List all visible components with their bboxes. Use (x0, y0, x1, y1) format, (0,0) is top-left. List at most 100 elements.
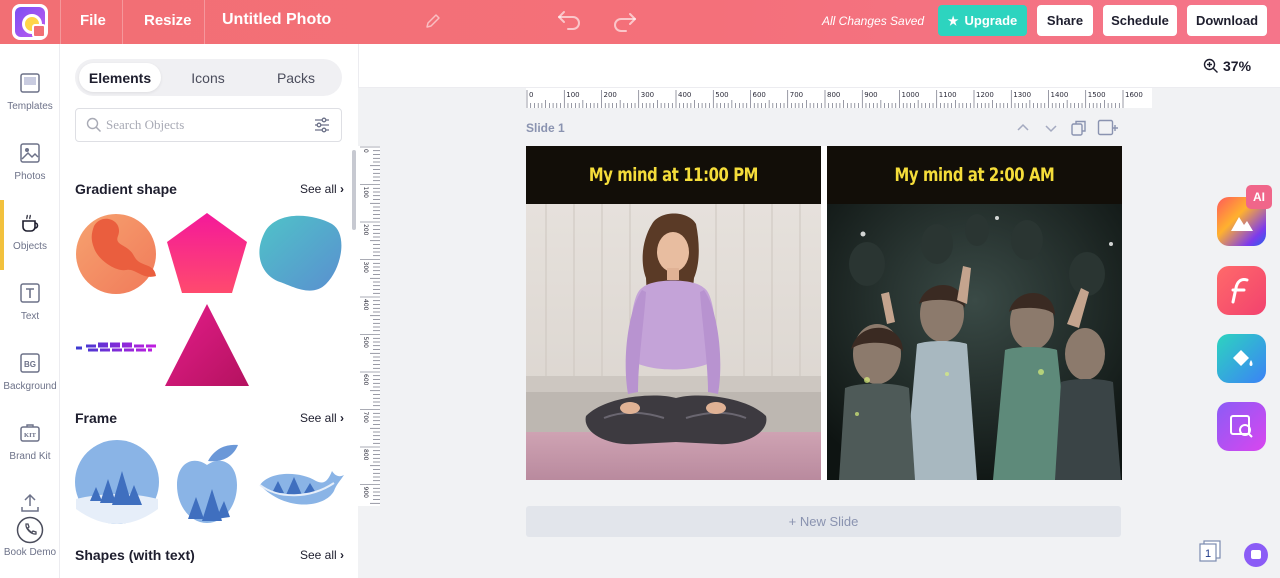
filter-icon[interactable] (313, 116, 331, 134)
pencil-icon[interactable] (424, 12, 442, 30)
ruler-label: 900 (864, 91, 877, 99)
gradient-triangle[interactable] (164, 302, 250, 388)
ruler-label: 300 (362, 262, 369, 274)
ruler-label: 400 (678, 91, 691, 99)
resize-menu[interactable]: Resize (144, 12, 192, 29)
rail-item-templates[interactable]: Templates (0, 72, 60, 112)
chevron-right-icon: › (340, 182, 345, 196)
left-rail: Templates Photos Objects Text BG Backgro… (0, 44, 60, 578)
rail-item-photos[interactable]: Photos (0, 142, 60, 182)
ruler-label: 1100 (939, 91, 957, 99)
ruler-label: 1200 (976, 91, 994, 99)
ruler-label: 0 (529, 91, 533, 99)
meditation-photo[interactable] (526, 204, 821, 480)
schedule-button[interactable]: Schedule (1103, 5, 1177, 36)
search-icon (86, 117, 102, 133)
meme-panel-right[interactable]: My mind at 2:00 AM (827, 146, 1122, 480)
slide-label: Slide 1 (526, 121, 565, 135)
see-all-frame[interactable]: See all › (300, 411, 344, 425)
tab-packs[interactable]: Packs (255, 63, 337, 92)
chat-button[interactable] (1244, 543, 1268, 567)
duplicate-slide-icon[interactable] (1070, 119, 1088, 137)
caption-right: My mind at 2:00 AM (894, 164, 1055, 186)
ruler-label: 200 (362, 224, 369, 236)
ruler-label: 1400 (1051, 91, 1069, 99)
font-app-button[interactable] (1217, 266, 1266, 315)
zoom-level: 37% (1223, 58, 1252, 74)
redo-icon[interactable] (612, 10, 638, 34)
section-title-gradient-shape: Gradient shape (75, 181, 177, 197)
font-icon (1231, 278, 1249, 304)
circle-frame[interactable] (74, 439, 160, 525)
add-slide-icon[interactable] (1097, 119, 1119, 137)
ruler-label: 700 (362, 412, 369, 424)
move-down-icon[interactable] (1043, 119, 1059, 137)
gradient-stroke-line[interactable] (74, 336, 160, 360)
rail-item-upload[interactable] (0, 492, 60, 514)
rail-item-objects[interactable]: Objects (0, 212, 60, 252)
meme-panel-left[interactable]: My mind at 11:00 PM (526, 146, 821, 480)
ruler-label: 100 (362, 187, 369, 199)
file-menu[interactable]: File (80, 12, 106, 29)
rail-item-text[interactable]: Text (0, 282, 60, 322)
fill-app-button[interactable] (1217, 334, 1266, 383)
upgrade-button[interactable]: ★ Upgrade (938, 5, 1027, 36)
search-input[interactable] (106, 117, 306, 133)
apple-frame[interactable] (174, 439, 240, 525)
ruler-label: 1600 (1125, 91, 1143, 99)
rail-label: Background (3, 381, 57, 392)
download-button[interactable]: Download (1187, 5, 1267, 36)
ruler-label: 1300 (1013, 91, 1031, 99)
ruler-label: 500 (362, 337, 369, 349)
horizontal-ruler: 0 100 200 300 400 500 600 700 800 900 1000 1100 1200… (526, 88, 1152, 108)
see-all-gradient-shape[interactable]: See all › (300, 182, 344, 196)
ruler-label: 1000 (902, 91, 920, 99)
panel-scrollbar[interactable] (352, 150, 356, 230)
brand-kit-icon-text: KIT (24, 432, 37, 439)
app-logo[interactable] (12, 4, 48, 40)
party-photo[interactable] (827, 204, 1122, 480)
see-all-label: See all (300, 548, 337, 562)
caption-right-box[interactable]: My mind at 2:00 AM (827, 146, 1122, 204)
vertical-ruler: 0 100 200 300 400 500 600 700 800 900 (358, 146, 380, 506)
share-button[interactable]: Share (1037, 5, 1093, 36)
move-up-icon[interactable] (1015, 119, 1031, 137)
image-search-app-button[interactable] (1217, 402, 1266, 451)
tab-icons[interactable]: Icons (167, 63, 249, 92)
rail-item-book-demo[interactable]: Book Demo (0, 516, 60, 558)
templates-icon (20, 73, 40, 93)
paint-bucket-icon (1233, 350, 1253, 366)
page-count: 1 (1205, 548, 1211, 560)
ai-badge: AI (1246, 185, 1272, 209)
document-title[interactable]: Untitled Photo (222, 11, 331, 29)
rail-label: Templates (7, 101, 53, 112)
slide-canvas[interactable]: My mind at 11:00 PM My mind at 2:00 AM (526, 146, 1122, 480)
save-status: All Changes Saved (822, 14, 925, 28)
rail-label: Brand Kit (9, 451, 51, 462)
page-count-icon[interactable]: 1 (1199, 540, 1221, 562)
whale-frame[interactable] (256, 459, 344, 509)
upgrade-label: Upgrade (964, 13, 1018, 28)
top-bar: File Resize Untitled Photo All Changes S… (0, 0, 1280, 44)
star-icon: ★ (947, 13, 959, 28)
zoom-control[interactable]: 37% (1203, 58, 1251, 74)
undo-icon[interactable] (556, 8, 582, 32)
ruler-label: 400 (362, 299, 369, 311)
chevron-right-icon: › (340, 548, 345, 562)
rail-label: Objects (13, 241, 47, 252)
photos-icon (20, 143, 40, 163)
tab-elements[interactable]: Elements (79, 63, 161, 92)
new-slide-button[interactable]: + New Slide (526, 506, 1121, 537)
ruler-label: 500 (715, 91, 728, 99)
see-all-shapes-with-text[interactable]: See all › (300, 548, 344, 562)
gradient-pentagon[interactable] (164, 210, 250, 296)
rail-label: Text (20, 311, 40, 322)
gradient-blob-teal[interactable] (256, 210, 344, 296)
rail-item-brand-kit[interactable]: KIT Brand Kit (0, 422, 60, 462)
see-all-label: See all (300, 182, 337, 196)
gradient-blob-orange[interactable] (74, 210, 160, 296)
zoom-in-icon (1203, 58, 1218, 73)
rail-item-background[interactable]: BG Background (0, 352, 60, 392)
background-icon: BG (20, 353, 40, 373)
caption-left-box[interactable]: My mind at 11:00 PM (526, 146, 821, 204)
